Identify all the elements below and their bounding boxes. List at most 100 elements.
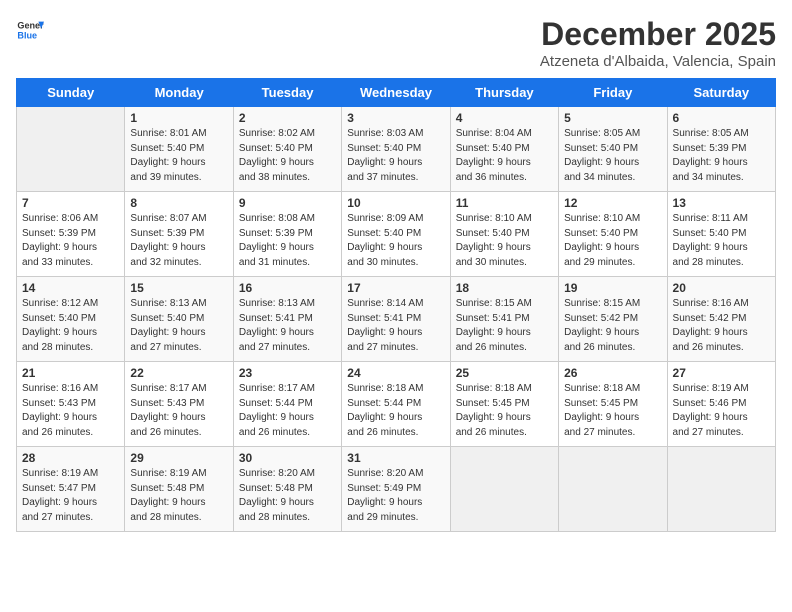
calendar-week-row: 1 Sunrise: 8:01 AM Sunset: 5:40 PM Daylig… <box>17 107 776 192</box>
calendar-cell: 6Sunrise: 8:05 AM Sunset: 5:39 PM Daylig… <box>667 107 775 192</box>
calendar-cell: 23Sunrise: 8:17 AM Sunset: 5:44 PM Dayli… <box>233 362 341 447</box>
logo: General Blue <box>16 16 48 44</box>
calendar-cell: 29 Sunrise: 8:19 AM Sunset: 5:48 PM Dayli… <box>125 447 233 532</box>
day-number: 29 <box>130 451 227 465</box>
day-info: Sunrise: 8:17 AM Sunset: 5:44 PM Dayligh… <box>239 382 336 440</box>
day-number: 22 <box>130 366 227 380</box>
day-info: Sunrise: 8:17 AM Sunset: 5:43 PM Dayligh… <box>130 382 227 440</box>
day-info: Sunrise: 8:09 AM Sunset: 5:40 PM Dayligh… <box>347 212 444 270</box>
day-number: 26 <box>564 366 661 380</box>
day-number: 5 <box>564 111 661 125</box>
calendar-body: 1 Sunrise: 8:01 AM Sunset: 5:40 PM Daylig… <box>17 107 776 532</box>
calendar-cell: 26 Sunrise: 8:18 AM Sunset: 5:45 PM Dayli… <box>559 362 667 447</box>
calendar-cell: 16 Sunrise: 8:13 AM Sunset: 5:41 PM Dayli… <box>233 277 341 362</box>
calendar-cell: 19 Sunrise: 8:15 AM Sunset: 5:42 PM Dayli… <box>559 277 667 362</box>
calendar-cell: 24Sunrise: 8:18 AM Sunset: 5:44 PM Dayli… <box>342 362 450 447</box>
day-info: Sunrise: 8:20 AM Sunset: 5:48 PM Dayligh… <box>239 467 336 525</box>
day-number: 21 <box>22 366 119 380</box>
calendar-cell: 4Sunrise: 8:04 AM Sunset: 5:40 PM Daylig… <box>450 107 558 192</box>
calendar-cell: 30 Sunrise: 8:20 AM Sunset: 5:48 PM Dayli… <box>233 447 341 532</box>
day-number: 16 <box>239 281 336 295</box>
month-title: December 2025 <box>540 16 776 53</box>
calendar-cell <box>667 447 775 532</box>
calendar-cell: 7 Sunrise: 8:06 AM Sunset: 5:39 PM Daylig… <box>17 192 125 277</box>
svg-text:Blue: Blue <box>17 30 37 40</box>
day-info: Sunrise: 8:12 AM Sunset: 5:40 PM Dayligh… <box>22 297 119 355</box>
day-number: 17 <box>347 281 444 295</box>
day-info: Sunrise: 8:18 AM Sunset: 5:45 PM Dayligh… <box>564 382 661 440</box>
calendar-week-row: 21 Sunrise: 8:16 AM Sunset: 5:43 PM Dayli… <box>17 362 776 447</box>
day-info: Sunrise: 8:05 AM Sunset: 5:40 PM Dayligh… <box>564 127 661 185</box>
day-info: Sunrise: 8:19 AM Sunset: 5:46 PM Dayligh… <box>673 382 770 440</box>
day-info: Sunrise: 8:06 AM Sunset: 5:39 PM Dayligh… <box>22 212 119 270</box>
day-number: 1 <box>130 111 227 125</box>
calendar-cell: 11 Sunrise: 8:10 AM Sunset: 5:40 PM Dayli… <box>450 192 558 277</box>
calendar-cell <box>559 447 667 532</box>
day-info: Sunrise: 8:04 AM Sunset: 5:40 PM Dayligh… <box>456 127 553 185</box>
calendar-cell: 20Sunrise: 8:16 AM Sunset: 5:42 PM Dayli… <box>667 277 775 362</box>
calendar-cell: 3 Sunrise: 8:03 AM Sunset: 5:40 PM Daylig… <box>342 107 450 192</box>
calendar-cell: 8 Sunrise: 8:07 AM Sunset: 5:39 PM Daylig… <box>125 192 233 277</box>
calendar-week-row: 14Sunrise: 8:12 AM Sunset: 5:40 PM Dayli… <box>17 277 776 362</box>
day-number: 6 <box>673 111 770 125</box>
day-number: 13 <box>673 196 770 210</box>
header-day: Friday <box>559 79 667 107</box>
day-info: Sunrise: 8:15 AM Sunset: 5:41 PM Dayligh… <box>456 297 553 355</box>
header-day: Thursday <box>450 79 558 107</box>
day-info: Sunrise: 8:14 AM Sunset: 5:41 PM Dayligh… <box>347 297 444 355</box>
header-day: Sunday <box>17 79 125 107</box>
calendar-cell: 31Sunrise: 8:20 AM Sunset: 5:49 PM Dayli… <box>342 447 450 532</box>
calendar-cell: 14Sunrise: 8:12 AM Sunset: 5:40 PM Dayli… <box>17 277 125 362</box>
day-info: Sunrise: 8:16 AM Sunset: 5:42 PM Dayligh… <box>673 297 770 355</box>
day-number: 7 <box>22 196 119 210</box>
day-number: 30 <box>239 451 336 465</box>
day-info: Sunrise: 8:07 AM Sunset: 5:39 PM Dayligh… <box>130 212 227 270</box>
calendar-cell: 22 Sunrise: 8:17 AM Sunset: 5:43 PM Dayli… <box>125 362 233 447</box>
day-info: Sunrise: 8:16 AM Sunset: 5:43 PM Dayligh… <box>22 382 119 440</box>
day-number: 28 <box>22 451 119 465</box>
day-number: 15 <box>130 281 227 295</box>
day-info: Sunrise: 8:10 AM Sunset: 5:40 PM Dayligh… <box>456 212 553 270</box>
day-info: Sunrise: 8:13 AM Sunset: 5:41 PM Dayligh… <box>239 297 336 355</box>
day-number: 24 <box>347 366 444 380</box>
calendar-cell: 13Sunrise: 8:11 AM Sunset: 5:40 PM Dayli… <box>667 192 775 277</box>
calendar-cell: 1 Sunrise: 8:01 AM Sunset: 5:40 PM Daylig… <box>125 107 233 192</box>
calendar-cell: 18 Sunrise: 8:15 AM Sunset: 5:41 PM Dayli… <box>450 277 558 362</box>
calendar-cell: 25 Sunrise: 8:18 AM Sunset: 5:45 PM Dayli… <box>450 362 558 447</box>
day-number: 10 <box>347 196 444 210</box>
day-info: Sunrise: 8:03 AM Sunset: 5:40 PM Dayligh… <box>347 127 444 185</box>
day-number: 18 <box>456 281 553 295</box>
day-number: 3 <box>347 111 444 125</box>
calendar-cell: 28 Sunrise: 8:19 AM Sunset: 5:47 PM Dayli… <box>17 447 125 532</box>
day-info: Sunrise: 8:01 AM Sunset: 5:40 PM Dayligh… <box>130 127 227 185</box>
day-info: Sunrise: 8:19 AM Sunset: 5:48 PM Dayligh… <box>130 467 227 525</box>
day-number: 11 <box>456 196 553 210</box>
day-info: Sunrise: 8:10 AM Sunset: 5:40 PM Dayligh… <box>564 212 661 270</box>
day-info: Sunrise: 8:15 AM Sunset: 5:42 PM Dayligh… <box>564 297 661 355</box>
day-info: Sunrise: 8:18 AM Sunset: 5:45 PM Dayligh… <box>456 382 553 440</box>
day-number: 8 <box>130 196 227 210</box>
day-number: 25 <box>456 366 553 380</box>
calendar-cell: 27 Sunrise: 8:19 AM Sunset: 5:46 PM Dayli… <box>667 362 775 447</box>
day-number: 9 <box>239 196 336 210</box>
calendar-cell: 9Sunrise: 8:08 AM Sunset: 5:39 PM Daylig… <box>233 192 341 277</box>
calendar-cell: 2Sunrise: 8:02 AM Sunset: 5:40 PM Daylig… <box>233 107 341 192</box>
logo-icon: General Blue <box>16 16 44 44</box>
calendar-week-row: 28 Sunrise: 8:19 AM Sunset: 5:47 PM Dayli… <box>17 447 776 532</box>
header-day: Monday <box>125 79 233 107</box>
header-day: Wednesday <box>342 79 450 107</box>
title-block: December 2025 Atzeneta d'Albaida, Valenc… <box>540 16 776 70</box>
day-info: Sunrise: 8:13 AM Sunset: 5:40 PM Dayligh… <box>130 297 227 355</box>
header-row: SundayMondayTuesdayWednesdayThursdayFrid… <box>17 79 776 107</box>
day-number: 31 <box>347 451 444 465</box>
day-number: 19 <box>564 281 661 295</box>
header-day: Tuesday <box>233 79 341 107</box>
day-number: 2 <box>239 111 336 125</box>
calendar-cell: 12Sunrise: 8:10 AM Sunset: 5:40 PM Dayli… <box>559 192 667 277</box>
day-info: Sunrise: 8:19 AM Sunset: 5:47 PM Dayligh… <box>22 467 119 525</box>
calendar-cell <box>17 107 125 192</box>
calendar-week-row: 7 Sunrise: 8:06 AM Sunset: 5:39 PM Daylig… <box>17 192 776 277</box>
calendar-cell: 10 Sunrise: 8:09 AM Sunset: 5:40 PM Dayli… <box>342 192 450 277</box>
day-number: 27 <box>673 366 770 380</box>
header-day: Saturday <box>667 79 775 107</box>
